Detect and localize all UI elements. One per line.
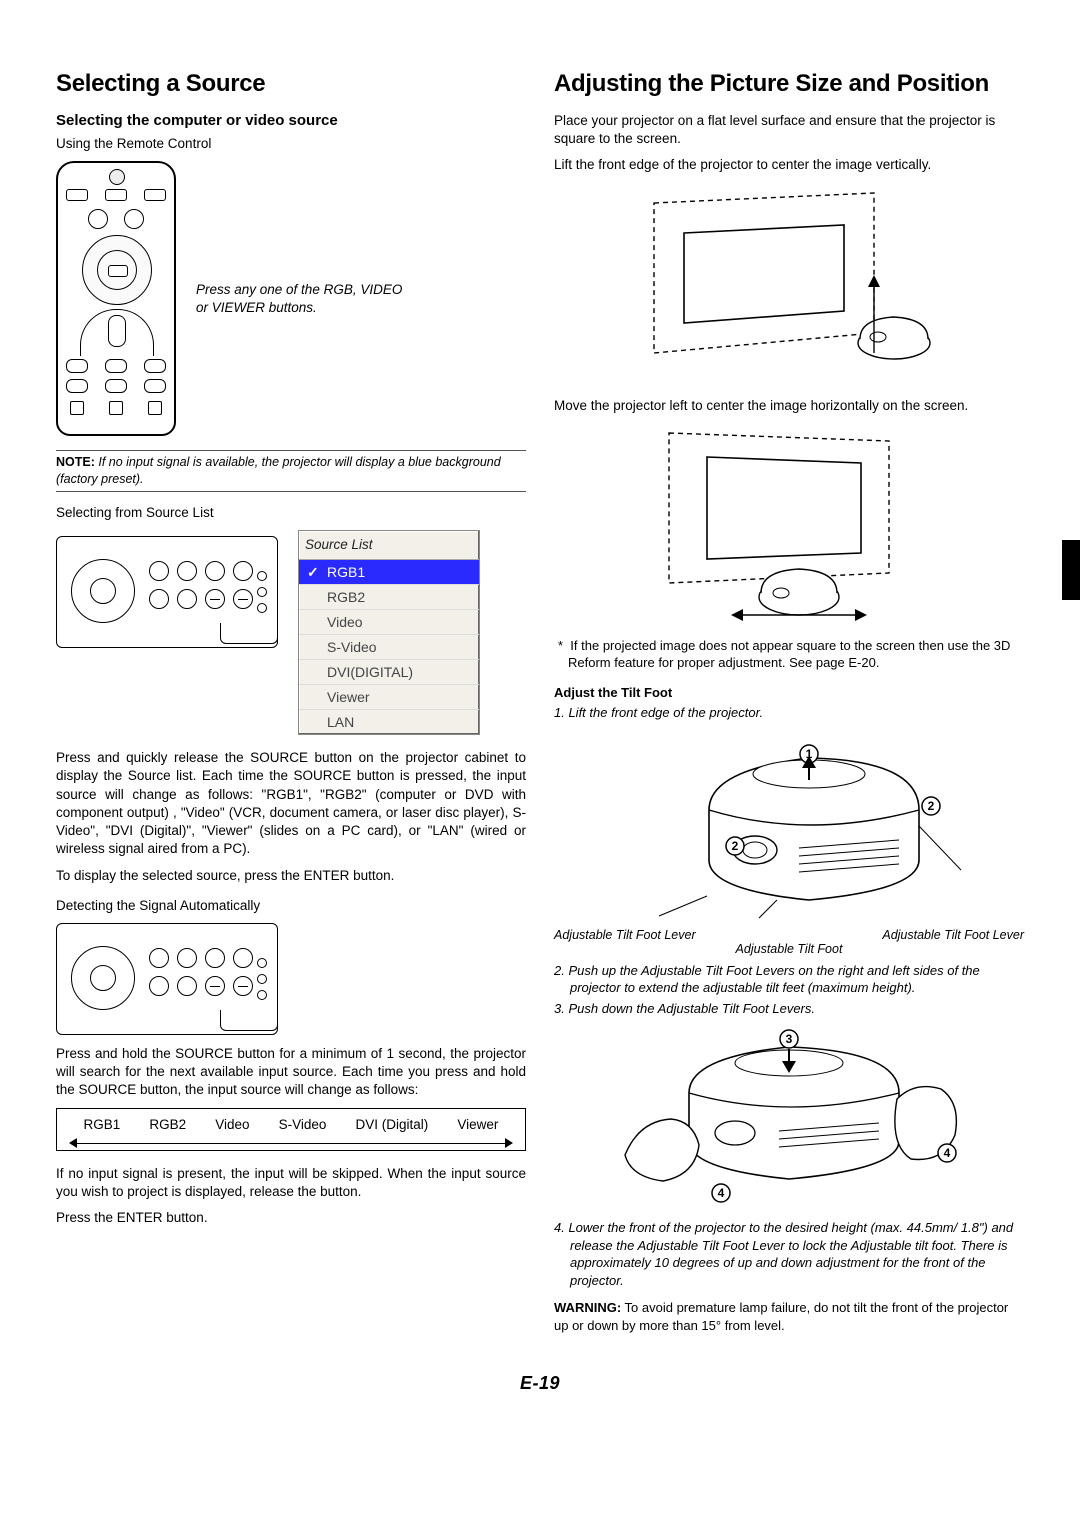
source-para-1b: To display the selected source, press th… [56,867,526,885]
step-1: 1. Lift the front edge of the projector. [554,704,1024,722]
seq-rgb1: RGB1 [84,1117,121,1132]
svg-text:2: 2 [732,839,739,853]
left-subtitle-1: Selecting the computer or video source [56,112,526,129]
figure-vertical-center [554,183,1024,383]
seq-video: Video [215,1117,249,1132]
note-block: NOTE: If no input signal is available, t… [56,450,526,492]
figure-tilt-foot-2: 3 4 4 [554,1025,1024,1205]
source-item-viewer[interactable]: Viewer [299,685,479,710]
page-edge-tab [1062,540,1080,600]
remote-control-illustration [56,161,176,436]
source-para-1: Press and quickly release the SOURCE but… [56,749,526,858]
svg-text:4: 4 [944,1146,951,1160]
source-item-dvi[interactable]: DVI(DIGITAL) [299,660,479,685]
left-column: Selecting a Source Selecting the compute… [56,70,526,1347]
remote-figure-row: Press any one of the RGB, VIDEO or VIEWE… [56,161,526,436]
source-sequence-box: RGB1 RGB2 Video S-Video DVI (Digital) Vi… [56,1108,526,1151]
step-4: 4. Lower the front of the projector to t… [554,1219,1024,1289]
seq-rgb2: RGB2 [149,1117,186,1132]
source-item-rgb2[interactable]: RGB2 [299,585,479,610]
source-para-3b: Press the ENTER button. [56,1209,526,1227]
warning-block: WARNING: To avoid premature lamp failure… [554,1299,1024,1334]
warning-label: WARNING: [554,1300,621,1315]
note-label: NOTE: [56,455,95,469]
using-remote-label: Using the Remote Control [56,135,526,153]
warning-text: To avoid premature lamp failure, do not … [554,1300,1008,1333]
svg-text:3: 3 [786,1032,793,1046]
callout-lever-right: Adjustable Tilt Foot Lever [882,928,1024,942]
step-2: 2. Push up the Adjustable Tilt Foot Leve… [554,962,1024,997]
source-item-video[interactable]: Video [299,610,479,635]
note-text: If no input signal is available, the pro… [56,455,501,486]
right-column: Adjusting the Picture Size and Position … [554,70,1024,1347]
left-title: Selecting a Source [56,70,526,98]
svg-text:2: 2 [928,799,935,813]
seq-svideo: S-Video [279,1117,327,1132]
seq-viewer: Viewer [457,1117,498,1132]
callout-foot: Adjustable Tilt Foot [736,942,843,956]
page-number: E-19 [56,1373,1024,1394]
tilt-callout-foot: Adjustable Tilt Foot [554,942,1024,956]
source-para-3: If no input signal is present, the input… [56,1165,526,1201]
tilt-callouts: Adjustable Tilt Foot Lever Adjustable Ti… [554,928,1024,942]
right-footnote: * If the projected image does not appear… [554,637,1024,672]
source-item-lan[interactable]: LAN [299,710,479,734]
detecting-label: Detecting the Signal Automatically [56,897,526,915]
source-list-title: Source List [299,531,479,560]
source-list-menu: Source List RGB1 RGB2 Video S-Video DVI(… [298,530,480,735]
right-p3: Move the projector left to center the im… [554,397,1024,415]
right-title: Adjusting the Picture Size and Position [554,70,1024,98]
right-p1: Place your projector on a flat level sur… [554,112,1024,148]
figure-horizontal-center [554,423,1024,623]
right-p2: Lift the front edge of the projector to … [554,156,1024,174]
adjust-tilt-heading: Adjust the Tilt Foot [554,685,1024,700]
projector-panel-illustration-1 [56,536,278,648]
selecting-from-source-list-label: Selecting from Source List [56,504,526,522]
figure-tilt-foot-1: 1 2 2 [554,730,1024,920]
svg-text:4: 4 [718,1186,725,1200]
source-list-figure-row: Source List RGB1 RGB2 Video S-Video DVI(… [56,530,526,735]
callout-lever-left: Adjustable Tilt Foot Lever [554,928,696,942]
source-item-svideo[interactable]: S-Video [299,635,479,660]
step-3: 3. Push down the Adjustable Tilt Foot Le… [554,1000,1024,1018]
source-para-2: Press and hold the SOURCE button for a m… [56,1045,526,1100]
seq-dvi: DVI (Digital) [356,1117,429,1132]
remote-hint-text: Press any one of the RGB, VIDEO or VIEWE… [196,281,406,317]
projector-panel-illustration-2 [56,923,278,1035]
source-item-rgb1[interactable]: RGB1 [299,560,479,585]
